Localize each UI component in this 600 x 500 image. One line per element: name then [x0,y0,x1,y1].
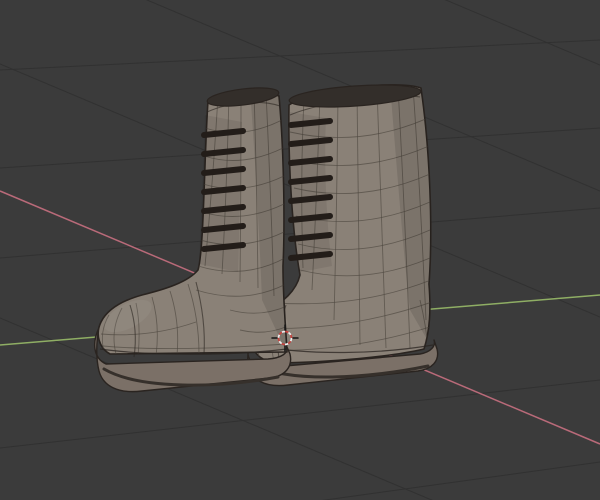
lace-rung [288,137,333,147]
lace-rung [288,194,333,204]
lace-rung [288,118,333,128]
blender-3d-viewport[interactable] [0,0,600,500]
lace-rung [288,251,333,261]
lace-rung [201,128,246,138]
lace-rung [201,242,246,252]
lace-rung [201,204,246,214]
lace-rung [288,213,333,223]
lace-rung [201,166,246,176]
lace-rung [201,185,246,195]
lace-rung [201,223,246,233]
lace-rung [288,175,333,185]
viewport-canvas[interactable] [0,0,600,500]
lace-rung [201,147,246,157]
lace-rung [288,232,333,242]
lace-rung [288,156,333,166]
